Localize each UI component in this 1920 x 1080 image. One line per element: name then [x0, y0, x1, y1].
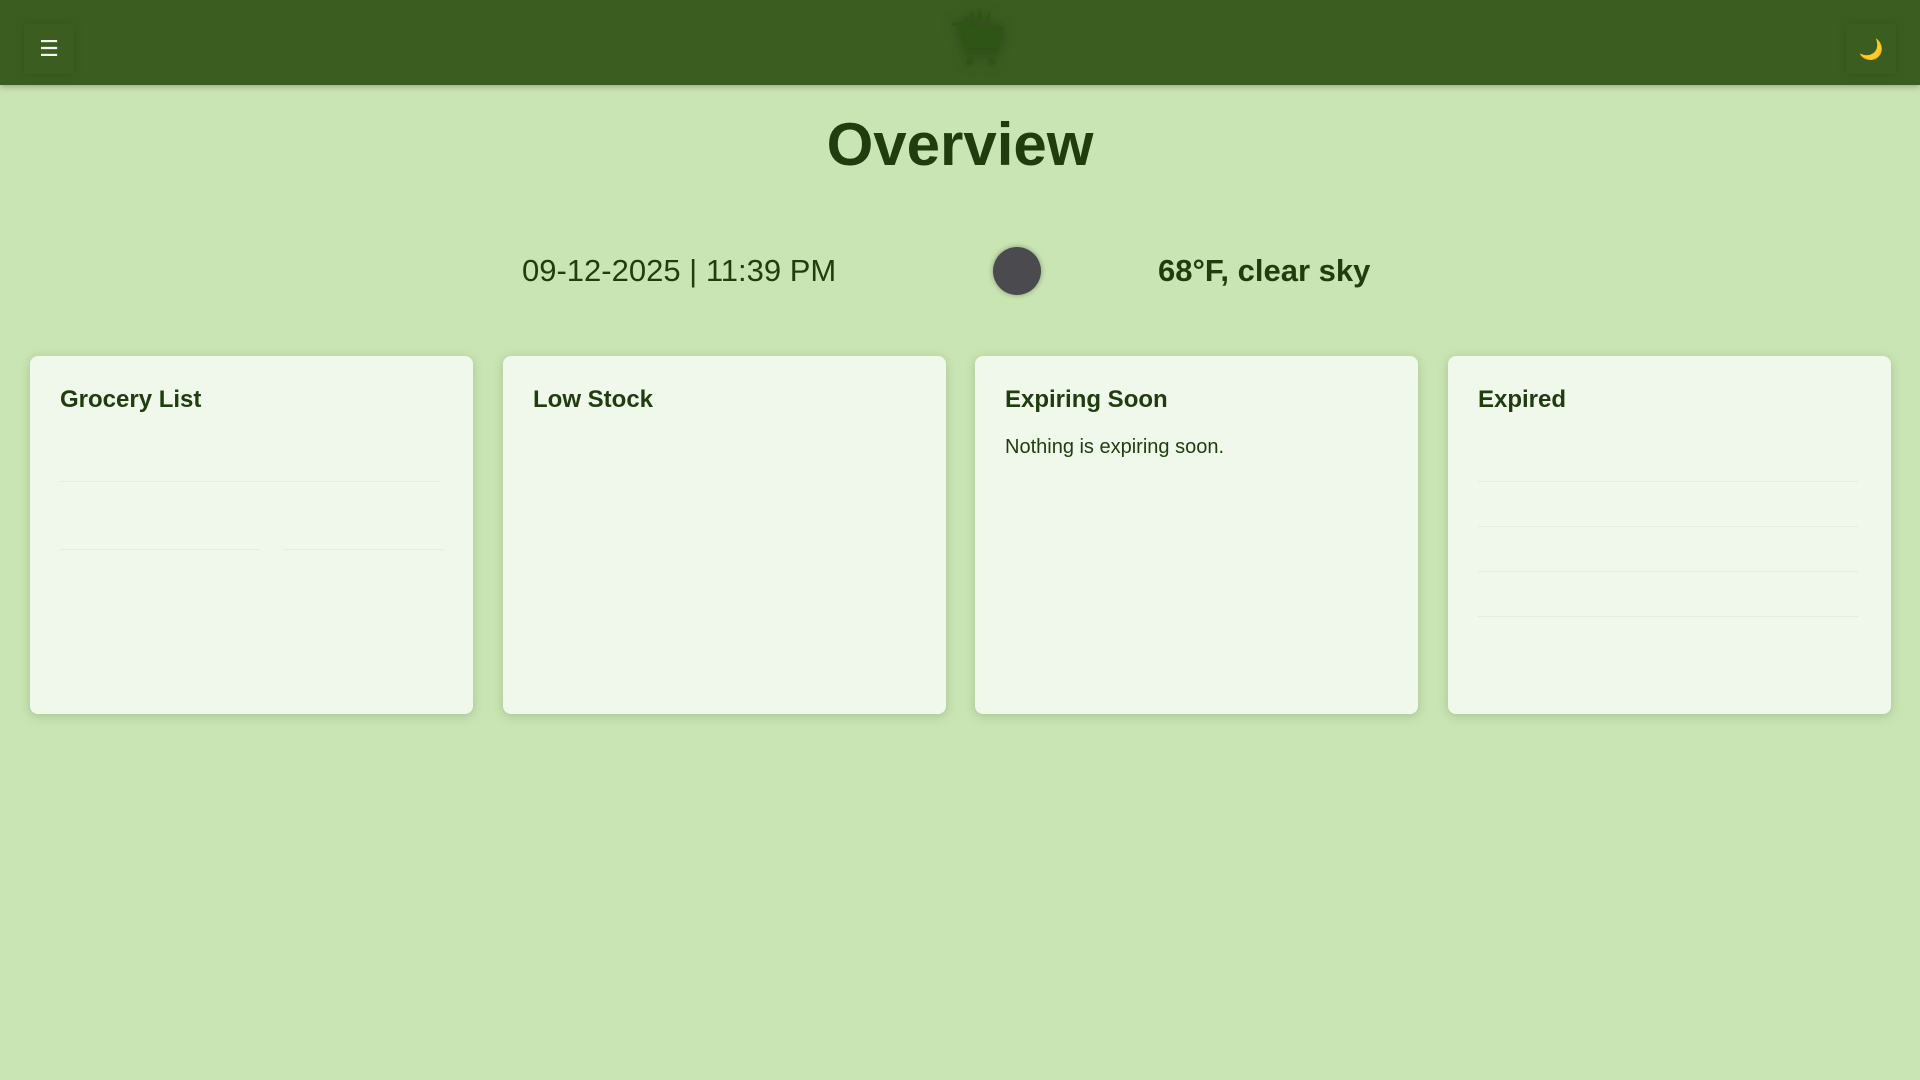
page-title: Overview [826, 111, 1094, 178]
divider [60, 549, 260, 550]
weather-display: 68°F, clear sky [1158, 253, 1371, 288]
top-nav-bar: ☰ 🌙 [0, 0, 1920, 85]
divider [60, 481, 440, 482]
card-title: Expiring Soon [1005, 386, 1168, 413]
expired-card[interactable]: Expired [1448, 356, 1891, 714]
menu-icon: ☰ [39, 36, 59, 61]
divider [1478, 571, 1858, 572]
divider [283, 549, 443, 550]
divider [1478, 616, 1858, 617]
low-stock-card[interactable]: Low Stock [503, 356, 946, 714]
date-time-display: 09-12-2025 | 11:39 PM [522, 253, 837, 288]
card-title: Grocery List [60, 386, 202, 413]
empty-state-message: Nothing is expiring soon. [1005, 436, 1225, 458]
divider [1478, 526, 1858, 527]
expiring-soon-card[interactable]: Expiring Soon Nothing is expiring soon. [975, 356, 1418, 714]
card-title: Expired [1478, 386, 1567, 413]
grocery-list-card[interactable]: Grocery List [30, 356, 473, 714]
hamburger-menu-button[interactable]: ☰ [24, 24, 74, 74]
weather-moon-icon [993, 247, 1041, 295]
divider [1478, 481, 1858, 482]
moon-icon: 🌙 [1858, 38, 1884, 61]
grocery-cart-logo-icon[interactable] [948, 8, 1008, 72]
card-title: Low Stock [533, 386, 654, 413]
dashboard-cards: Grocery List Low Stock Expiring Soon Not… [30, 356, 1891, 714]
dark-mode-toggle-button[interactable]: 🌙 [1846, 24, 1896, 74]
info-row: 09-12-2025 | 11:39 PM 68°F, clear sky [0, 246, 1920, 296]
